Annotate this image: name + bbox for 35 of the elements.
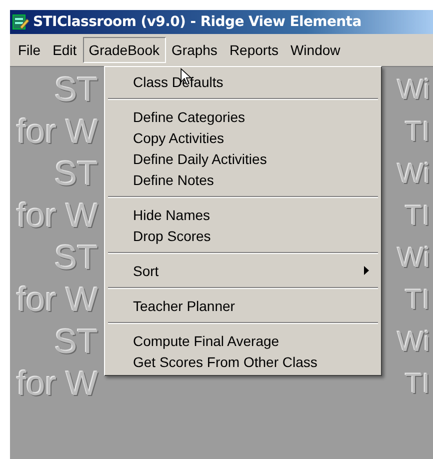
menu-item[interactable]: Compute Final Average (107, 330, 379, 351)
background-text: ST (54, 238, 98, 278)
menu-item[interactable]: Copy Activities (107, 127, 379, 148)
menu-item[interactable]: Sort (107, 260, 379, 281)
menu-item[interactable]: Hide Names (107, 204, 379, 225)
background-text: for W (16, 364, 98, 404)
background-text: TI (405, 200, 430, 232)
menu-item[interactable]: Define Categories (107, 106, 379, 127)
window-title: STIClassroom (v9.0) - Ridge View Elementa (33, 14, 362, 30)
submenu-arrow-icon (364, 266, 369, 275)
background-text: for W (16, 196, 98, 236)
background-text: Wi (397, 326, 430, 358)
background-text: ST (54, 70, 98, 110)
menu-item[interactable]: Teacher Planner (107, 295, 379, 316)
menu-bar-item[interactable]: File (12, 37, 47, 63)
background-text: Wi (397, 158, 430, 190)
menu-item[interactable]: Define Daily Activities (107, 148, 379, 169)
menu-item[interactable]: Get Scores From Other Class (107, 351, 379, 372)
menu-item[interactable]: Drop Scores (107, 225, 379, 246)
background-text: ST (54, 154, 98, 194)
background-text: for W (16, 280, 98, 320)
menu-bar-item[interactable]: Graphs (166, 37, 224, 63)
background-text: Wi (397, 74, 430, 106)
background-text: Wi (397, 242, 430, 274)
background-text: for W (16, 112, 98, 152)
menu-bar-item[interactable]: Reports (223, 37, 284, 63)
menu-bar-item[interactable]: GradeBook (82, 37, 166, 63)
menu-bar-item[interactable]: Window (284, 37, 346, 63)
menu-item[interactable]: Define Notes (107, 169, 379, 190)
menu-bar-item[interactable]: Edit (46, 37, 83, 63)
background-text: TI (405, 116, 430, 148)
app-icon (12, 13, 30, 31)
background-text: TI (405, 368, 430, 400)
background-text: TI (405, 284, 430, 316)
background-text: ST (54, 322, 98, 362)
